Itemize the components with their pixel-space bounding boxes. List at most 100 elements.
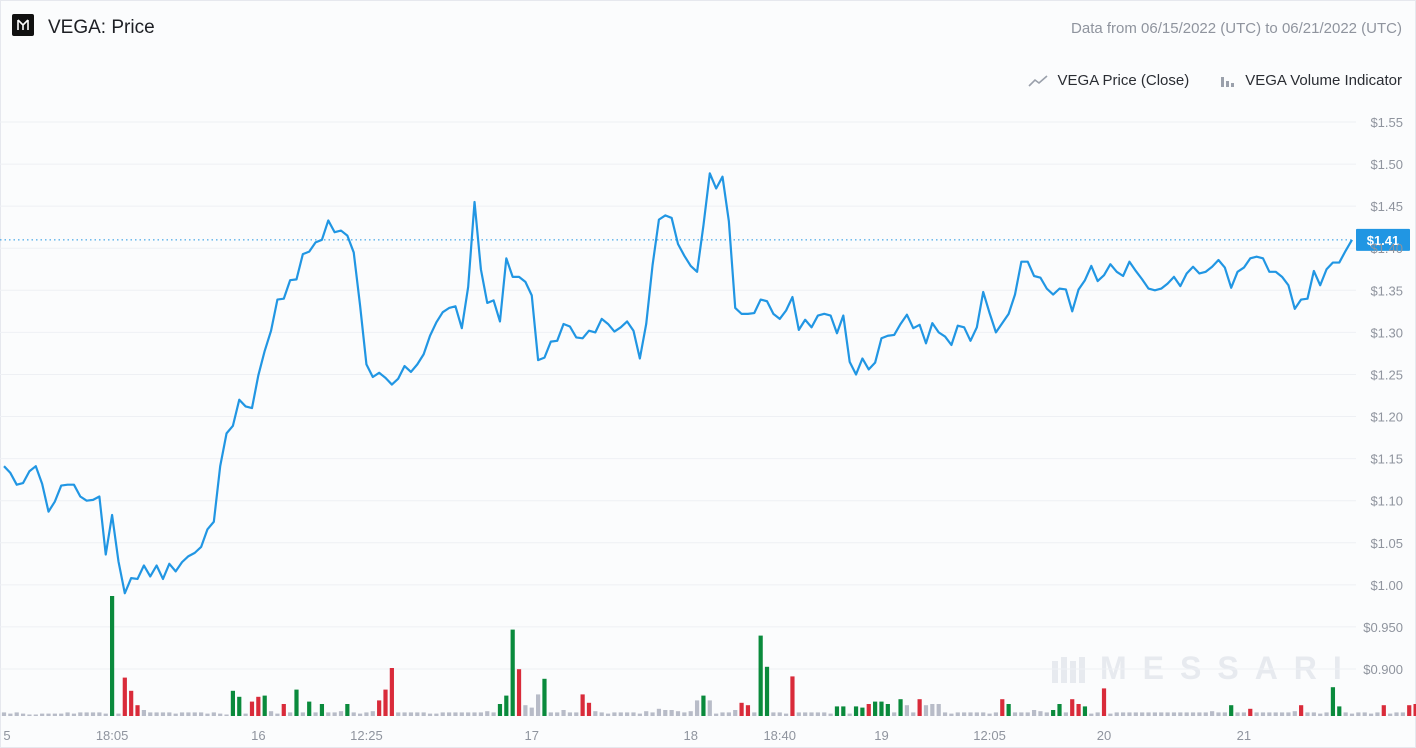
volume-bar <box>71 713 77 716</box>
volume-bar <box>90 712 96 716</box>
volume-bar <box>319 704 325 716</box>
volume-bar <box>1337 706 1342 716</box>
volume-bar <box>1140 712 1145 716</box>
volume-bar <box>421 712 426 716</box>
volume-bar <box>491 712 496 716</box>
volume-bar <box>1082 706 1088 716</box>
volume-bar <box>752 712 757 716</box>
x-tick-label: 19 <box>874 728 888 743</box>
volume-bar <box>1210 711 1215 716</box>
price-chart[interactable]: $1.41 $1.55 $1.50 $1.45 $1.40 $1.35 $1.30 $1.2… <box>0 0 1416 748</box>
volume-bar <box>27 714 32 716</box>
volume-bar <box>1318 713 1323 716</box>
volume-bar <box>52 713 57 716</box>
volume-bar <box>1279 712 1285 716</box>
y-axis: $1.55 $1.50 $1.45 $1.40 $1.35 $1.30 $1.25 $1.20… <box>1363 115 1403 677</box>
volume-bar <box>1381 705 1386 716</box>
y-tick-label: $1.10 <box>1370 494 1403 509</box>
volume-bar <box>714 713 719 716</box>
volume-bar <box>1038 711 1043 716</box>
volume-bar <box>307 701 312 716</box>
volume-bar <box>873 701 878 716</box>
volume-bar <box>955 712 960 716</box>
volume-bar <box>154 712 159 716</box>
volume-bar <box>453 712 458 716</box>
volume-bar <box>459 712 464 716</box>
volume-bar <box>771 712 776 716</box>
volume-bars <box>1 596 1416 716</box>
volume-bar <box>1216 712 1221 716</box>
volume-bar <box>237 696 242 716</box>
volume-bar <box>942 712 948 716</box>
volume-bar <box>65 712 70 716</box>
volume-bar <box>1362 712 1367 716</box>
volume-bar <box>1171 712 1177 716</box>
volume-bar <box>936 704 941 716</box>
volume-bar <box>586 702 592 716</box>
volume-bar <box>930 704 935 716</box>
volume-bar <box>968 712 973 716</box>
volume-bar <box>1120 712 1126 716</box>
volume-bar <box>1330 687 1336 716</box>
volume-bar <box>224 714 229 716</box>
volume-bar <box>796 712 801 716</box>
volume-bar <box>288 712 293 716</box>
volume-bar <box>1286 712 1291 716</box>
volume-bar <box>504 695 509 716</box>
volume-bar <box>879 701 884 716</box>
y-tick-label: $0.900 <box>1363 662 1403 677</box>
x-tick-label: 5 <box>3 728 10 743</box>
volume-bar <box>1006 704 1011 716</box>
volume-bar <box>1292 711 1297 716</box>
volume-bar <box>122 677 127 716</box>
volume-bar <box>230 690 236 716</box>
volume-bar <box>14 712 19 716</box>
volume-bar <box>555 712 560 716</box>
volume-bar <box>745 705 751 716</box>
volume-bar <box>815 712 820 716</box>
volume-bar <box>46 713 51 716</box>
volume-bar <box>262 695 267 716</box>
volume-bar <box>1031 710 1037 716</box>
volume-bar <box>97 712 102 716</box>
volume-bar <box>313 712 318 716</box>
volume-bar <box>497 704 503 716</box>
volume-bar <box>987 713 992 716</box>
volume-bar <box>33 714 38 716</box>
volume-bar <box>1133 712 1138 716</box>
volume-bar <box>1152 712 1157 716</box>
volume-bar <box>218 713 223 716</box>
volume-bar <box>1254 712 1259 716</box>
y-tick-label: $1.40 <box>1370 241 1403 256</box>
volume-bar <box>59 713 64 716</box>
volume-bar <box>834 706 840 716</box>
volume-bar <box>1388 713 1393 716</box>
volume-bar <box>440 712 445 716</box>
y-tick-label: $1.55 <box>1370 115 1403 130</box>
volume-bar <box>281 704 286 716</box>
volume-bar <box>701 695 706 716</box>
volume-bar <box>351 712 356 716</box>
volume-bar <box>1241 712 1247 716</box>
volume-bar <box>1178 712 1183 716</box>
y-tick-label: $1.20 <box>1370 410 1403 425</box>
volume-bar <box>211 712 216 716</box>
volume-bar <box>84 712 89 716</box>
volume-bar <box>167 712 172 716</box>
volume-bar <box>911 712 916 716</box>
volume-bar <box>1076 704 1081 716</box>
volume-bar <box>1235 712 1240 716</box>
volume-bar <box>1159 712 1164 716</box>
volume-bar <box>803 712 808 716</box>
volume-bar <box>688 711 693 716</box>
x-tick-label: 17 <box>525 728 539 743</box>
volume-bar <box>758 635 763 716</box>
volume-bar <box>103 713 108 716</box>
volume-bar <box>542 678 547 716</box>
y-tick-label: $1.45 <box>1370 199 1403 214</box>
volume-bar <box>637 713 642 716</box>
volume-bar <box>1070 699 1075 716</box>
volume-bar <box>860 707 865 716</box>
volume-bar <box>1063 712 1068 716</box>
volume-bar <box>427 713 433 716</box>
